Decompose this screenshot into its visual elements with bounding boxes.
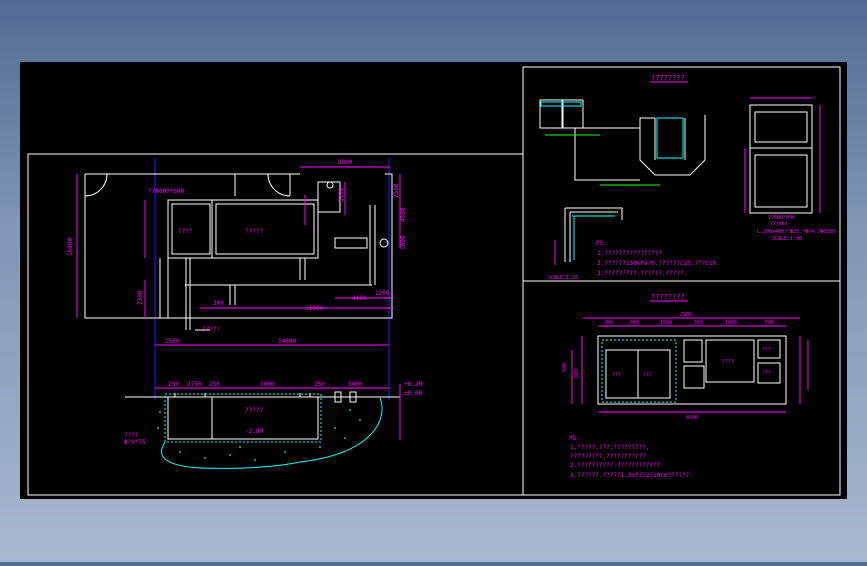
soil-dot bbox=[349, 409, 351, 411]
label-room-a: ???? bbox=[178, 228, 193, 235]
soil-dot bbox=[229, 454, 231, 456]
dim-4100: 4100 bbox=[352, 295, 367, 302]
detail-bottom-note: 1.?????,???.?????????, bbox=[570, 444, 649, 451]
detail-top-label: SCALE:1:40 bbox=[772, 236, 802, 242]
soil-dot bbox=[344, 437, 346, 439]
dim-14000: 14000 bbox=[278, 338, 296, 345]
dim-1200: 1200 bbox=[375, 290, 390, 297]
bottom-dim: 800 bbox=[574, 369, 580, 378]
section-side-label2: Φ?0*75 bbox=[124, 439, 146, 446]
section-dim: 250 bbox=[314, 381, 325, 388]
section-dim: 3000 bbox=[260, 381, 275, 388]
detail-top-title: ???????? bbox=[651, 74, 685, 82]
soil-dot bbox=[179, 451, 181, 453]
bottom-dim: 300 bbox=[604, 320, 613, 326]
bottom-dim: 1000 bbox=[725, 320, 737, 326]
level-ground: ±0.00 bbox=[404, 390, 422, 397]
soil-dot bbox=[254, 459, 256, 461]
dim-8800: 8800 bbox=[338, 159, 353, 166]
section-dim: 2750 bbox=[187, 381, 202, 388]
cad-viewport: 8800 16000 2500 4500 3100 1800 2300 1200… bbox=[0, 0, 867, 562]
soil-dot bbox=[204, 457, 206, 459]
bottom-dim: 4500 bbox=[686, 415, 698, 421]
bottom-dim: 2900 bbox=[680, 312, 692, 318]
soil-dot bbox=[159, 411, 161, 413]
detail-top-notes-title: PS. bbox=[596, 240, 607, 247]
soil-dot bbox=[239, 446, 241, 448]
soil-dot bbox=[284, 451, 286, 453]
bottom-dim: 300 bbox=[694, 320, 703, 326]
bottom-dim: 500 bbox=[765, 320, 774, 326]
detail-bottom-notes-title: PS. bbox=[569, 435, 580, 442]
level-bottom: -2.8M bbox=[245, 428, 263, 435]
cad-drawing: 8800 16000 2500 4500 3100 1800 2300 1200… bbox=[20, 62, 847, 499]
soil-dot bbox=[157, 427, 159, 429]
detail-bottom-note: ?????????,??????????? bbox=[570, 453, 646, 460]
bottom-dim: 500 bbox=[562, 363, 568, 372]
dim-16000: 16000 bbox=[67, 238, 74, 256]
bottom-room-label: ??? bbox=[643, 372, 652, 378]
level-top: +0.2M bbox=[404, 381, 422, 388]
detail-bottom-note: 2.??????????.???????????? bbox=[570, 462, 661, 469]
section-side-label: ???? bbox=[124, 432, 139, 439]
detail-top-note: 3.?????????.??????.?????. bbox=[597, 270, 687, 277]
dim-200: 200 bbox=[213, 300, 224, 307]
dim-1800: 1800 bbox=[400, 235, 407, 250]
section-dim: 5000 bbox=[348, 381, 363, 388]
dim-2500: 2500 bbox=[393, 183, 400, 198]
bottom-room-label: ??? bbox=[762, 347, 771, 353]
soil-dot bbox=[319, 446, 321, 448]
bottom-dim: 1000 bbox=[660, 320, 672, 326]
detail-bottom-title: ???????? bbox=[651, 293, 685, 301]
dim-2300: 2300 bbox=[137, 290, 144, 305]
dim-3100: 3100 bbox=[338, 187, 345, 202]
dim-11000: 11000 bbox=[305, 305, 323, 312]
bottom-room-label: ??? bbox=[612, 372, 621, 378]
detail-top-label: SCALE:1:25 bbox=[548, 275, 578, 281]
section-dim: 250 bbox=[168, 381, 179, 388]
bottom-room-label: ???? bbox=[722, 359, 734, 365]
detail-bottom-note: 3.??????.?????1.2m???2?10cm??????. bbox=[570, 472, 693, 479]
detail-top-label: L.200x400?'Φ25.?Φ?4.?Φ0100 bbox=[757, 229, 835, 235]
detail-top-note: 2.??????150kPa?0.??????C20.???C10. bbox=[597, 260, 720, 267]
soil-dot bbox=[334, 427, 336, 429]
label-room-b: ????? bbox=[245, 228, 263, 235]
detail-top-note: 1.???????????????? bbox=[597, 250, 662, 257]
label-well: ??Φ600*600 bbox=[148, 188, 185, 195]
section-inner-label: ????? bbox=[245, 407, 263, 414]
soil-dot bbox=[359, 419, 361, 421]
bottom-dim: 900 bbox=[630, 320, 639, 326]
dim-1500: 1500 bbox=[165, 338, 180, 345]
dim-4500: 4500 bbox=[400, 207, 407, 222]
label-inlet: ????? bbox=[202, 326, 220, 333]
bottom-room-label: ??? bbox=[762, 370, 771, 376]
section-dim: 250 bbox=[209, 381, 220, 388]
detail-top-label: ??(mm) bbox=[770, 221, 788, 227]
